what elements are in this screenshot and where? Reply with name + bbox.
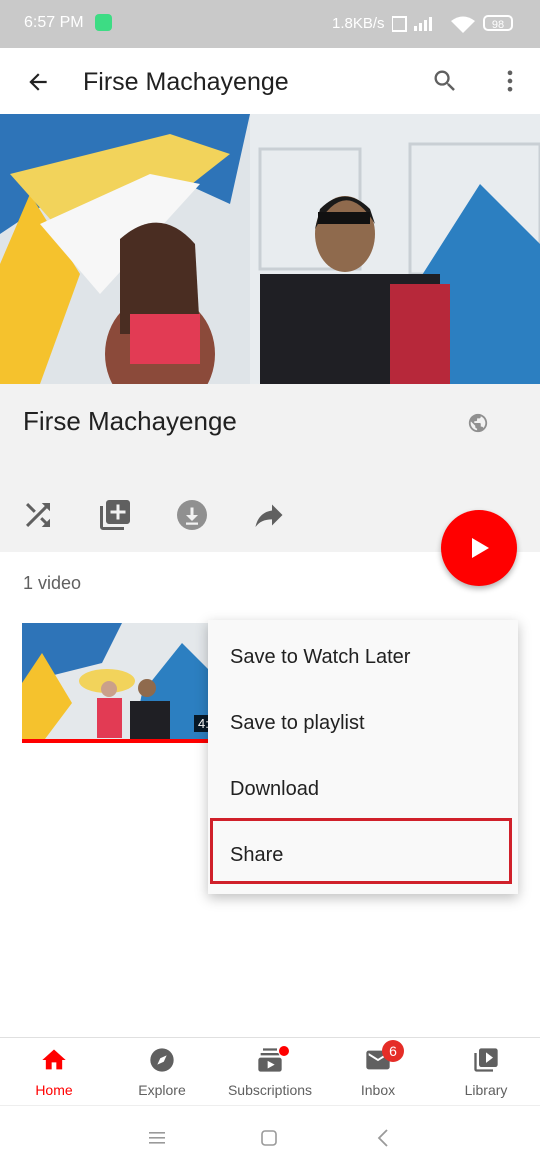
subscriptions-dot-badge (278, 1045, 290, 1057)
share-icon[interactable] (251, 497, 287, 533)
wifi-icon (451, 16, 475, 33)
back-chevron-icon[interactable] (376, 1128, 390, 1148)
home-square-icon[interactable] (260, 1129, 278, 1147)
nav-library-label: Library (464, 1082, 508, 1098)
play-icon (472, 538, 489, 558)
menu-item-save-watch-later[interactable]: Save to Watch Later (208, 623, 518, 689)
nav-inbox[interactable]: 6 Inbox (324, 1038, 432, 1106)
status-time: 6:57 PM (24, 14, 84, 31)
library-icon (474, 1048, 498, 1072)
menu-item-save-to-playlist[interactable]: Save to playlist (208, 689, 518, 755)
context-menu: Save to Watch Later Save to playlist Dow… (208, 620, 518, 894)
nav-subscriptions[interactable]: Subscriptions (216, 1038, 324, 1106)
signal-icon (392, 16, 432, 32)
inbox-count-badge: 6 (382, 1040, 404, 1062)
globe-public-icon (468, 413, 488, 433)
compass-icon (150, 1048, 174, 1072)
notification-app-icon (95, 14, 112, 31)
recents-menu-icon[interactable] (148, 1130, 168, 1146)
share-highlight-box (210, 818, 512, 884)
nav-subscriptions-label: Subscriptions (227, 1082, 313, 1098)
download-icon[interactable] (174, 497, 210, 533)
video-thumbnail[interactable]: 4: (22, 623, 212, 743)
bottom-navigation: Home Explore Subscriptions 6 Inbox Libra… (0, 1037, 540, 1106)
status-bar: 6:57 PM 1.8KB/s 98 (0, 0, 540, 48)
video-count: 1 video (23, 573, 82, 593)
home-icon (42, 1049, 66, 1070)
more-vert-icon[interactable] (496, 67, 524, 95)
menu-item-download[interactable]: Download (208, 755, 518, 821)
app-bar-title: Firse Machayenge (83, 68, 289, 96)
nav-explore-label: Explore (138, 1082, 186, 1098)
back-arrow-icon[interactable] (25, 69, 51, 95)
network-speed: 1.8KB/s (332, 15, 385, 32)
nav-library[interactable]: Library (432, 1038, 540, 1106)
playlist-title: Firse Machayenge (23, 406, 237, 436)
nav-inbox-label: Inbox (360, 1082, 396, 1098)
nav-home-label: Home (35, 1082, 73, 1098)
shuffle-icon[interactable] (20, 497, 56, 533)
search-icon[interactable] (431, 67, 459, 95)
app-bar: Firse Machayenge (0, 48, 540, 114)
battery-icon: 98 (483, 15, 513, 31)
add-to-playlist-icon[interactable] (97, 497, 133, 533)
playlist-banner-image (0, 114, 540, 384)
play-all-button[interactable] (441, 510, 517, 586)
nav-explore[interactable]: Explore (108, 1038, 216, 1106)
nav-home[interactable]: Home (0, 1038, 108, 1106)
system-navigation-bar (0, 1105, 540, 1171)
